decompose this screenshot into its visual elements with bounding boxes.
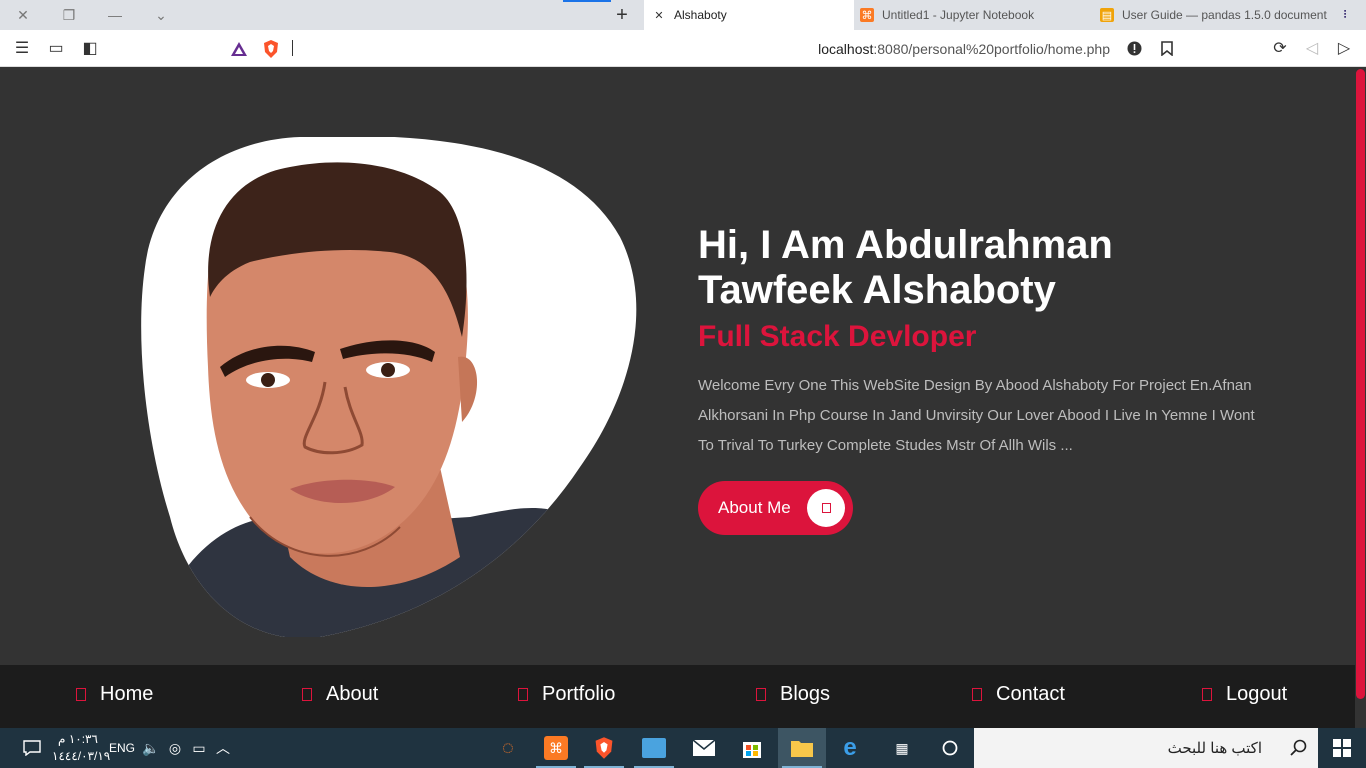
info-icon[interactable]	[1127, 41, 1142, 56]
scrollbar-thumb[interactable]	[1356, 69, 1365, 699]
about-me-label: About Me	[718, 498, 791, 517]
store-icon[interactable]	[728, 728, 776, 768]
tab-alshaboty[interactable]: ✕ Alshaboty	[644, 0, 854, 30]
home-icon	[76, 688, 86, 701]
logout-icon	[1202, 688, 1212, 701]
task-view-icon[interactable]: ▦	[878, 728, 926, 768]
control-panel-icon[interactable]	[630, 728, 678, 768]
edge-icon[interactable]: e	[826, 728, 874, 768]
about-me-button[interactable]: About Me	[698, 481, 853, 535]
mail-icon[interactable]	[680, 728, 728, 768]
text-cursor	[292, 40, 293, 56]
book-icon: ▤	[1100, 8, 1114, 22]
envelope-icon	[972, 688, 982, 701]
notification-icon[interactable]	[14, 728, 50, 768]
reload-icon[interactable]: ⟳	[1268, 37, 1292, 59]
bookmark-icon[interactable]	[1155, 37, 1179, 59]
tab-title: Alshaboty	[674, 8, 727, 22]
xampp-icon: ⌘	[860, 8, 874, 22]
pandas-icon: ⫶	[1343, 8, 1347, 21]
cortana-icon[interactable]	[926, 728, 974, 768]
brave-shields-icon[interactable]	[262, 39, 280, 59]
windows-start-icon[interactable]	[1318, 728, 1366, 768]
tab-extra[interactable]: ⫶	[1338, 0, 1366, 30]
restore-window-icon[interactable]: ❐	[46, 0, 92, 30]
wallet-icon[interactable]: ▭	[44, 37, 68, 59]
page-scrollbar[interactable]	[1355, 67, 1366, 728]
forward-icon[interactable]: ▷	[1332, 37, 1356, 59]
user-icon	[302, 688, 312, 701]
search-input[interactable]: اكتب هنا للبحث	[974, 728, 1318, 768]
tab-pandas[interactable]: ▤ User Guide — pandas 1.5.0 document	[1098, 0, 1330, 30]
nav-blogs[interactable]: Blogs	[756, 683, 830, 706]
xampp-taskbar-icon[interactable]: ⌘	[532, 728, 580, 768]
menu-icon[interactable]: ☰	[10, 37, 34, 59]
file-explorer-icon[interactable]	[778, 728, 826, 768]
volume-icon[interactable]: 🔈	[140, 728, 162, 768]
briefcase-icon	[518, 688, 528, 701]
hero-subtitle: Full Stack Devloper	[698, 320, 977, 353]
nav-portfolio[interactable]: Portfolio	[518, 683, 615, 706]
search-placeholder: اكتب هنا للبحث	[1167, 740, 1262, 757]
chevron-up-icon[interactable]: ︿	[212, 728, 234, 768]
tab-title: User Guide — pandas 1.5.0 document	[1122, 8, 1327, 22]
hero-description: Welcome Evry One This WebSite Design By …	[698, 377, 1255, 454]
browser-toolbar: ☰ ▭ ◧ localhost:8080/personal%20portfoli…	[0, 30, 1366, 67]
windows-taskbar: ١٠:٣٦ م ١٤٤٤/٠٣/١٩ ENG 🔈 ◎ ▭ ︿ ◌ ⌘ e ▦ ا…	[0, 728, 1366, 768]
jupyter-icon[interactable]: ◌	[484, 728, 532, 768]
arrow-icon	[807, 489, 845, 527]
minimize-window-icon[interactable]: —	[92, 0, 138, 30]
close-tab-icon[interactable]: ✕	[652, 8, 666, 22]
clock-date: ١٤٤٤/٠٣/١٩	[52, 749, 111, 763]
nav-contact[interactable]: Contact	[972, 683, 1065, 706]
url-text[interactable]: localhost:8080/personal%20portfolio/home…	[818, 41, 1110, 57]
tab-title: Untitled1 - Jupyter Notebook	[882, 8, 1035, 22]
network-icon[interactable]: ◎	[164, 728, 186, 768]
brave-icon[interactable]	[580, 728, 628, 768]
address-bar[interactable]: localhost:8080/personal%20portfolio/home…	[222, 34, 1144, 63]
tab-jupyter[interactable]: ⌘ Untitled1 - Jupyter Notebook	[858, 0, 1090, 30]
search-icon	[1290, 739, 1307, 756]
blog-icon	[756, 688, 766, 701]
home-section: Hi, I Am Abdulrahman Tawfeek Alshaboty F…	[0, 67, 1355, 665]
clock-time: ١٠:٣٦ م	[58, 732, 98, 746]
profile-avatar	[141, 137, 637, 637]
nav-home[interactable]: Home	[76, 683, 153, 706]
close-window-icon[interactable]: ✕	[0, 0, 46, 30]
battery-icon[interactable]: ▭	[188, 728, 210, 768]
back-icon[interactable]: ◁	[1300, 37, 1324, 59]
nav-about[interactable]: About	[302, 683, 378, 706]
sidebar-icon[interactable]: ◧	[78, 37, 102, 59]
brave-rewards-icon[interactable]	[230, 41, 248, 57]
chevron-down-icon[interactable]: ⌄	[138, 0, 184, 30]
language-indicator[interactable]: ENG	[108, 728, 136, 768]
new-tab-button[interactable]: +	[606, 0, 638, 30]
clock[interactable]: ١٠:٣٦ م ١٤٤٤/٠٣/١٩	[52, 731, 111, 765]
nav-logout[interactable]: Logout	[1202, 683, 1287, 706]
loading-indicator	[563, 0, 611, 2]
hero-title: Hi, I Am Abdulrahman Tawfeek Alshaboty	[698, 223, 1113, 312]
browser-tab-bar: ✕ ❐ — ⌄ + ✕ Alshaboty ⌘ Untitled1 - Jupy…	[0, 0, 1366, 30]
bottom-navigation: Home About Portfolio Blogs Contact Logou…	[0, 665, 1355, 728]
